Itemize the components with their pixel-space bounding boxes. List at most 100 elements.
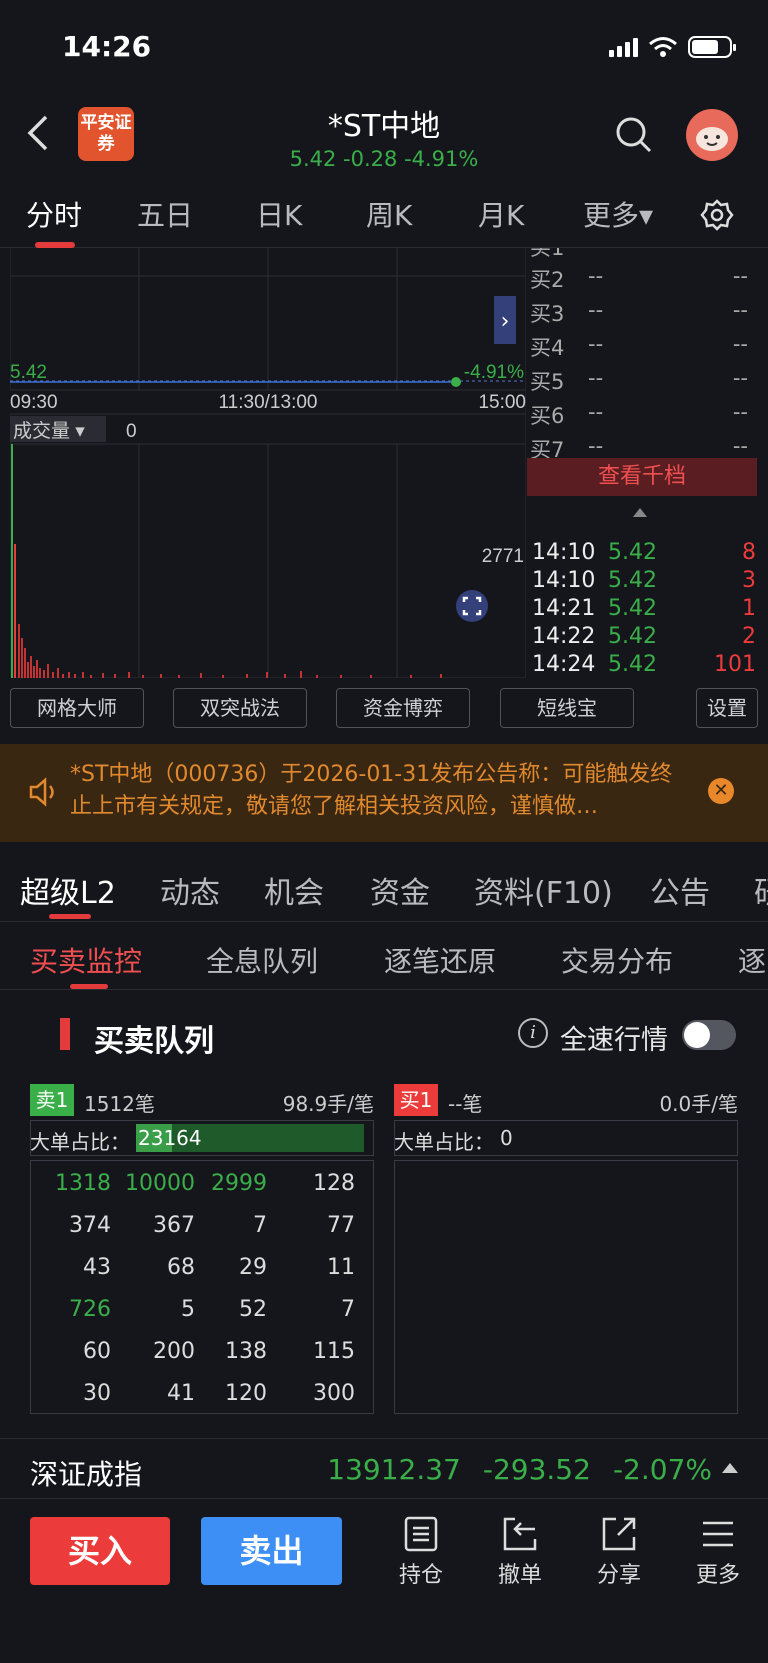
volume-bars: [18, 624, 442, 678]
orderbook-row: 买7 -- --: [530, 434, 748, 458]
queue-cell: 726: [69, 1297, 111, 1322]
more-button[interactable]: 更多: [683, 1515, 753, 1589]
index-change: -293.52: [482, 1453, 591, 1486]
wifi-icon: [649, 37, 677, 57]
index-pct: -2.07%: [612, 1453, 712, 1486]
view-1000-levels-button[interactable]: 查看千档: [527, 458, 757, 496]
queue-cell: 10000: [125, 1171, 195, 1196]
speaker-icon: [29, 777, 54, 807]
chart-settings-button[interactable]: [700, 198, 734, 232]
volume-max-label: 2771: [482, 546, 524, 567]
period-tabs: 分时 五日 日K 周K 月K 更多▾: [0, 180, 768, 248]
tab-intraday[interactable]: 分时: [26, 194, 82, 234]
queue-cell: 7: [341, 1297, 355, 1322]
cancel-order-label: 撤单: [497, 1563, 542, 1588]
tab-indicator: [49, 914, 91, 919]
sub-tabs: 买卖监控 全息队列 逐笔还原 交易分布 逐: [0, 922, 768, 990]
queue-cell: 374: [69, 1213, 111, 1238]
queue-cell: 68: [167, 1255, 195, 1280]
tab-news[interactable]: 动态: [160, 868, 220, 912]
tab-announcement[interactable]: 公告: [650, 868, 710, 912]
close-icon[interactable]: ✕: [708, 778, 734, 804]
share-icon: [602, 1517, 636, 1551]
time-label-mid: 11:30/13:00: [219, 392, 318, 413]
sell-avg: 98.9手/笔: [282, 1092, 374, 1116]
buy-count: --笔: [448, 1092, 483, 1116]
queue-cell: 1318: [55, 1171, 111, 1196]
tab-trade-distribution[interactable]: 交易分布: [561, 940, 673, 980]
sell-count: 1512笔: [84, 1092, 155, 1116]
status-bar: 14:26: [0, 0, 768, 95]
cancel-order-button[interactable]: 撤单: [485, 1515, 555, 1589]
signal-icon: [609, 37, 638, 57]
tab-super-l2[interactable]: 超级L2: [20, 868, 116, 912]
tool-short-line-button[interactable]: 短线宝: [500, 688, 634, 728]
queue-cell: 30: [83, 1381, 111, 1406]
share-label: 分享: [596, 1563, 641, 1588]
buy-queue-grid: [394, 1160, 738, 1414]
tick-row: 14:10 5.42 8: [532, 540, 756, 565]
tab-daily-k[interactable]: 日K: [256, 194, 302, 234]
queue-cell: 43: [83, 1255, 111, 1280]
fullspeed-toggle[interactable]: [682, 1020, 736, 1050]
time-label-close: 15:00: [478, 392, 526, 413]
buy-button[interactable]: 买入: [30, 1517, 170, 1585]
announcement-banner[interactable]: *ST中地（000736）于2026-01-31发布公告称：可能触发终止上市有关…: [0, 744, 768, 842]
buy1-badge: 买1: [394, 1084, 438, 1116]
tab-trade-monitor[interactable]: 买卖监控: [30, 940, 142, 980]
gear-icon: [700, 199, 734, 231]
order-book: 买1---- 买2---- 买3---- 买4---- 买5---- 买6---…: [526, 248, 758, 458]
sell-button[interactable]: 卖出: [201, 1517, 342, 1585]
orderbook-row: 买2 -- --: [530, 264, 748, 292]
tick-row: 14:21 5.42 1: [532, 596, 756, 621]
tool-grid-master-button[interactable]: 网格大师: [10, 688, 144, 728]
queue-cell: 2999: [211, 1171, 267, 1196]
caret-up-icon[interactable]: [722, 1463, 738, 1473]
info-icon[interactable]: i: [518, 1018, 548, 1048]
price-dot: [451, 377, 461, 387]
intraday-chart[interactable]: 5.42 -4.91% 09:30 11:30/13:00 15:00 › 成交…: [10, 248, 526, 678]
share-button[interactable]: 分享: [584, 1515, 654, 1589]
tab-more[interactable]: 更多▾: [583, 194, 653, 234]
tab-funds[interactable]: 资金: [370, 868, 430, 912]
assistant-face-icon: [696, 127, 728, 151]
index-name: 深证成指: [30, 1458, 143, 1491]
tab-weekly-k[interactable]: 周K: [366, 194, 412, 234]
queue-cell: 128: [313, 1171, 355, 1196]
orderbook-row: 买4 -- --: [530, 332, 748, 360]
tab-opportunity[interactable]: 机会: [264, 868, 324, 912]
tab-more-cut[interactable]: 逐: [738, 940, 766, 980]
tab-f10[interactable]: 资料(F10): [474, 868, 613, 912]
tab-monthly-k[interactable]: 月K: [478, 194, 524, 234]
tab-five-day[interactable]: 五日: [137, 194, 193, 234]
tab-research[interactable]: 研: [754, 868, 768, 912]
buy-ratio-label: 大单占比：: [394, 1130, 494, 1154]
time-label-open: 09:30: [10, 392, 58, 413]
undo-icon: [503, 1517, 537, 1551]
tab-holo-queue[interactable]: 全息队列: [206, 940, 318, 980]
tick-row: 14:10 5.42 3: [532, 568, 756, 593]
menu-icon: [703, 1521, 733, 1547]
queue-cell: 5: [181, 1297, 195, 1322]
positions-button[interactable]: 持仓: [386, 1515, 456, 1589]
pct-label: -4.91%: [464, 362, 524, 383]
volume-label: 成交量 ▾: [13, 420, 85, 442]
tab-tick-replay[interactable]: 逐笔还原: [384, 940, 496, 980]
caret-up-icon[interactable]: [633, 508, 647, 517]
tick-row: 14:24 5.42 101: [532, 652, 756, 677]
search-button[interactable]: [614, 115, 654, 155]
market-index-row[interactable]: 深证成指 13912.37 -293.52 -2.07%: [0, 1438, 768, 1498]
tool-settings-button[interactable]: 设置: [696, 688, 758, 728]
buy-avg: 0.0手/笔: [659, 1092, 738, 1116]
orderbook-row: 买3 -- --: [530, 298, 748, 326]
avatar[interactable]: [686, 109, 738, 161]
orderbook-row: 买6 -- --: [530, 400, 748, 428]
sell-ratio-value: 23164: [138, 1126, 202, 1150]
tool-double-break-button[interactable]: 双突战法: [173, 688, 307, 728]
bottom-trade-bar: 买入 卖出 持仓 撤单 分享 更多: [0, 1498, 768, 1663]
fullscreen-button[interactable]: [456, 590, 488, 622]
queue-cell: 29: [239, 1255, 267, 1280]
tick-row: 14:22 5.42 2: [532, 624, 756, 649]
chevron-right-icon: ›: [501, 309, 510, 334]
tool-fund-game-button[interactable]: 资金博弈: [336, 688, 470, 728]
